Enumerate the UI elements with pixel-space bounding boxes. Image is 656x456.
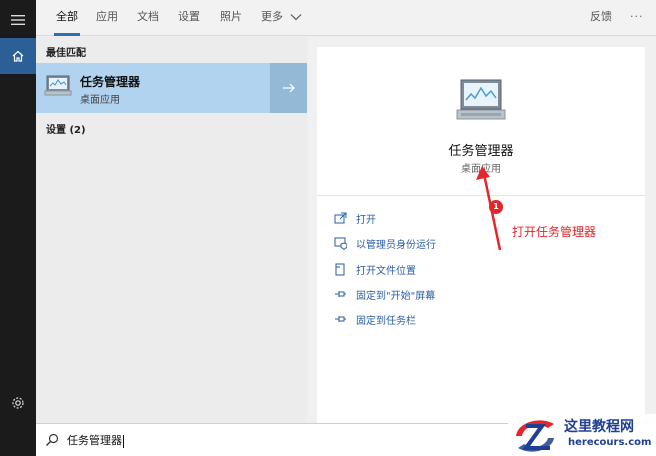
hamburger-menu-icon[interactable] [0, 2, 36, 38]
action-pin-to-start[interactable]: 固定到"开始"屏幕 [333, 285, 435, 303]
best-match-item[interactable]: 任务管理器 桌面应用 [36, 63, 307, 113]
feedback-button[interactable]: 反馈 [590, 0, 612, 36]
more-options-icon[interactable]: ··· [630, 0, 644, 36]
results-panel: 最佳匹配 任务管理器 桌面应用 设置 (2) [36, 37, 307, 423]
best-match-header: 最佳匹配 [46, 48, 86, 59]
action-run-as-admin[interactable]: 以管理员身份运行 [333, 234, 436, 252]
action-open-file-location-label: 打开文件位置 [356, 265, 416, 277]
tab-photos[interactable]: 照片 [220, 0, 242, 36]
action-run-as-admin-label: 以管理员身份运行 [356, 239, 436, 251]
tab-apps[interactable]: 应用 [96, 0, 118, 36]
task-manager-large-icon [455, 77, 507, 128]
home-icon[interactable] [0, 38, 36, 74]
annotation-step-badge: 1 [489, 200, 503, 214]
action-open-label: 打开 [356, 214, 376, 226]
detail-title: 任务管理器 [448, 144, 514, 159]
settings-results-header[interactable]: 设置 (2) [46, 121, 86, 136]
tab-documents[interactable]: 文档 [137, 0, 159, 36]
action-open[interactable]: 打开 [333, 209, 376, 227]
action-open-file-location[interactable]: 打开文件位置 [333, 260, 416, 278]
search-icon [45, 433, 59, 450]
watermark-url: herecours.com [568, 437, 652, 448]
tab-all[interactable]: 全部 [54, 0, 80, 36]
search-tabs-bar: 全部 应用 文档 设置 照片 更多 反馈 ··· [36, 0, 656, 36]
shield-run-icon [333, 236, 347, 250]
action-pin-to-start-label: 固定到"开始"屏幕 [356, 290, 436, 302]
action-pin-to-taskbar[interactable]: 固定到任务栏 [333, 310, 416, 328]
search-input-value: 任务管理器 [67, 434, 122, 447]
watermark-title: 这里教程网 [564, 419, 634, 435]
file-location-icon [333, 262, 347, 276]
left-nav-strip [0, 0, 36, 456]
open-details-arrow-button[interactable] [270, 63, 307, 113]
task-manager-app-icon [44, 74, 72, 101]
pin-icon [333, 312, 347, 326]
tab-settings[interactable]: 设置 [178, 0, 200, 36]
pin-icon [333, 287, 347, 301]
watermark: 这里教程网 herecours.com [508, 414, 656, 456]
chevron-down-icon [290, 14, 301, 21]
text-caret [123, 434, 124, 448]
annotation-text: 打开任务管理器 [512, 225, 597, 239]
search-input[interactable]: 任务管理器 [67, 432, 124, 448]
best-match-title: 任务管理器 [80, 75, 141, 89]
tab-more-label: 更多 [261, 10, 283, 23]
best-match-subtitle: 桌面应用 [80, 95, 120, 106]
watermark-logo-icon [516, 420, 554, 452]
action-pin-to-taskbar-label: 固定到任务栏 [356, 315, 416, 327]
settings-gear-icon[interactable] [0, 385, 36, 421]
arrow-right-icon [282, 83, 295, 93]
tab-more[interactable]: 更多 [261, 0, 302, 36]
open-window-icon [333, 211, 347, 225]
